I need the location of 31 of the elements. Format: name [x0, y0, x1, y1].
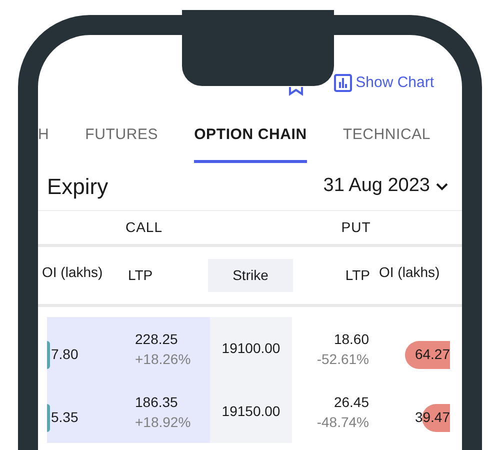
ltp-value: 228.25	[135, 330, 179, 348]
tab[interactable]: TECHNICAL	[342, 123, 431, 163]
tab[interactable]: OPTION CHAIN	[194, 123, 307, 163]
change-value: -52.61%	[316, 350, 369, 368]
column-header: OI (lakhs)	[41, 262, 104, 282]
ltp-value: 18.60	[334, 330, 369, 348]
change-value: -48.74%	[316, 412, 369, 432]
change-value: +18.26%	[135, 350, 192, 368]
expiry-label: Expiry	[47, 173, 108, 201]
column-header: Strike	[208, 259, 293, 292]
oi-bar	[47, 404, 50, 432]
change-value: +18.92%	[135, 412, 192, 432]
expiry-dropdown[interactable]: 31 Aug 2023	[323, 172, 448, 201]
side-label: PUT	[340, 218, 372, 237]
chevron-down-icon	[436, 182, 448, 190]
strike-value: 19150.00	[222, 402, 280, 421]
strike-value: 19100.00	[222, 339, 280, 358]
column-header: LTP	[344, 266, 371, 285]
ltp-value: 26.45	[334, 392, 369, 412]
bar-chart-icon	[334, 74, 352, 92]
ltp-value: 186.35	[135, 392, 179, 412]
bookmark-icon[interactable]	[288, 86, 304, 96]
tab[interactable]: H	[38, 123, 50, 163]
oi-value: 7.80	[51, 345, 78, 364]
tab[interactable]: FUTURES	[85, 123, 158, 163]
column-header: OI (lakhs)	[378, 262, 441, 282]
side-label: CALL	[124, 218, 164, 237]
column-header: LTP	[128, 266, 154, 285]
show-chart-button[interactable]: Show Chart	[334, 73, 434, 93]
oi-bar	[47, 341, 50, 369]
oi-value: 5.35	[51, 408, 78, 427]
